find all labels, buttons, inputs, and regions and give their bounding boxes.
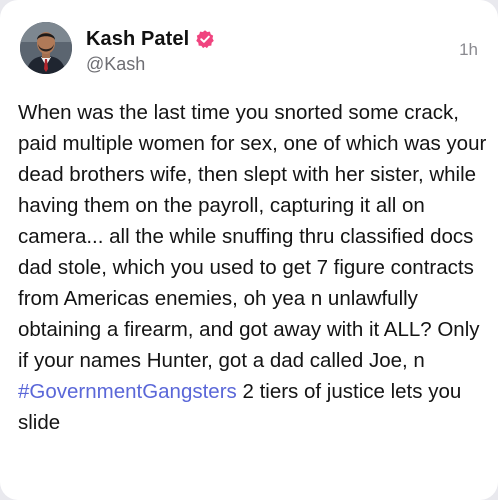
- author-display-name[interactable]: Kash Patel: [86, 28, 189, 51]
- avatar-photo-icon: [20, 22, 72, 74]
- author-handle[interactable]: @Kash: [86, 54, 145, 75]
- post-timestamp: 1h: [459, 40, 478, 59]
- verified-badge-icon: [196, 30, 215, 49]
- author-avatar[interactable]: [20, 22, 72, 74]
- post-body-text-before: When was the last time you snorted some …: [18, 101, 493, 372]
- post-body-text: When was the last time you snorted some …: [18, 97, 488, 438]
- hashtag-link[interactable]: #GovernmentGangsters: [18, 380, 237, 403]
- post-card[interactable]: Kash Patel @Kash 1h When was the last ti…: [0, 0, 498, 500]
- author-name-row: Kash Patel: [86, 26, 215, 52]
